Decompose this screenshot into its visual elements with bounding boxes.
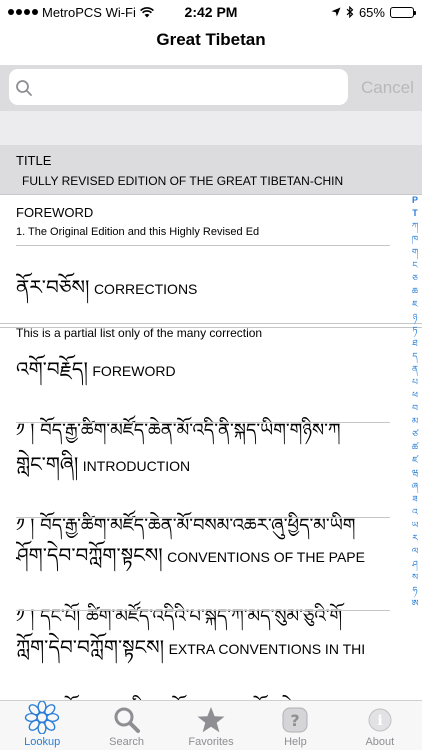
index-letter[interactable]: མ xyxy=(412,415,418,428)
index-letter[interactable]: ང xyxy=(412,259,417,272)
index-letter[interactable]: ཤ xyxy=(412,558,418,571)
tab-favorites[interactable]: Favorites xyxy=(169,701,253,750)
section-header[interactable]: TITLE FULLY REVISED EDITION OF THE GREAT… xyxy=(0,145,422,195)
index-letter[interactable]: ཚ xyxy=(412,441,418,454)
row-tibetan-title: གླེང་གཞི། xyxy=(16,452,79,476)
svg-text:i: i xyxy=(377,713,382,729)
tab-about[interactable]: i About xyxy=(338,701,422,750)
index-letter[interactable]: ཅ xyxy=(412,272,418,285)
status-bar: MetroPCS Wi-Fi 2:42 PM 65% xyxy=(0,0,422,24)
index-letter[interactable]: ལ xyxy=(412,545,418,558)
index-letter[interactable]: ཆ xyxy=(412,285,418,298)
index-letter[interactable]: ཕ xyxy=(412,389,418,402)
index-letter[interactable]: ཞ xyxy=(412,480,418,493)
index-letter[interactable]: ཙ xyxy=(412,428,418,441)
row-title: FOREWORD xyxy=(16,205,94,220)
row-title: EXTRA CONVENTIONS IN THI xyxy=(168,641,366,657)
row-tibetan-title: ཤོག་དེབ་བཀློག་སྟངས། xyxy=(16,543,163,567)
info-icon: i xyxy=(368,708,392,732)
tab-bar: Lookup Search Favorites ? Help i About xyxy=(0,700,422,750)
index-letter[interactable]: ཨ xyxy=(411,597,418,610)
help-icon: ? xyxy=(282,707,308,733)
row-tibetan-title: ཀློག་དེབ་བཀློག་སྟངས། xyxy=(16,635,165,659)
list-top-spacer xyxy=(0,111,422,145)
index-letter[interactable]: ཟ xyxy=(412,493,417,506)
bluetooth-icon xyxy=(346,6,354,18)
index-letter[interactable]: ཝ xyxy=(412,467,419,480)
row-divider xyxy=(16,422,390,423)
row-tibetan-title: འགོ་བརྗོད། xyxy=(16,357,88,381)
index-letter[interactable]: P xyxy=(412,194,418,207)
row-title: CORRECTIONS xyxy=(93,281,198,297)
section-index[interactable]: PTཀཁགངཅཆཇཉཏཐདནཔཕབམཙཚཛཝཞཟའཡརལཤསཧཨ xyxy=(409,194,421,614)
status-right: 65% xyxy=(264,4,416,20)
section-header-subtitle: FULLY REVISED EDITION OF THE GREAT TIBET… xyxy=(22,174,344,188)
tab-label: Search xyxy=(109,736,145,748)
section-divider xyxy=(0,323,422,324)
tab-label: Lookup xyxy=(24,736,61,748)
index-letter[interactable]: ཡ xyxy=(412,519,419,532)
magnifier-icon xyxy=(114,707,140,733)
index-letter[interactable]: པ xyxy=(412,376,418,389)
row-title: INTRODUCTION xyxy=(82,458,191,474)
battery-percent: 65% xyxy=(358,4,385,20)
star-icon xyxy=(197,707,225,733)
wifi-icon xyxy=(139,6,154,17)
battery-icon xyxy=(389,6,416,18)
index-letter[interactable]: ར xyxy=(412,532,418,545)
row-title: CONVENTIONS OF THE PAPE xyxy=(167,549,365,565)
index-letter[interactable]: ཐ xyxy=(412,337,417,350)
flower-icon xyxy=(25,701,60,734)
tab-search[interactable]: Search xyxy=(84,701,168,750)
index-letter[interactable]: ཇ xyxy=(412,298,418,311)
index-letter[interactable]: བ xyxy=(412,402,418,415)
index-letter[interactable]: ཧ xyxy=(412,584,417,597)
index-letter[interactable]: T xyxy=(412,207,418,220)
tab-help[interactable]: ? Help xyxy=(253,701,337,750)
index-letter[interactable]: ཀ xyxy=(412,220,418,233)
list-item[interactable]: ནོར་བཅོས། CORRECTIONS This is a partial … xyxy=(16,265,390,340)
signal-icon xyxy=(8,9,38,15)
index-letter[interactable]: ན xyxy=(412,363,418,376)
search-icon xyxy=(16,80,32,96)
section-header-title: TITLE xyxy=(16,153,52,168)
row-divider xyxy=(16,517,390,518)
location-arrow-icon xyxy=(331,7,341,17)
row-divider xyxy=(16,245,390,246)
index-letter[interactable]: ཛ xyxy=(412,454,418,467)
tab-lookup[interactable]: Lookup xyxy=(0,701,84,750)
index-letter[interactable]: འ xyxy=(412,506,418,519)
svg-text:?: ? xyxy=(291,711,300,730)
index-letter[interactable]: ག xyxy=(412,246,418,259)
row-subtitle: 1. The Original Edition and this Highly … xyxy=(16,226,260,238)
index-letter[interactable]: ད xyxy=(412,350,417,363)
row-divider xyxy=(16,610,390,611)
tab-label: Help xyxy=(284,736,307,748)
page-title: Great Tibetan xyxy=(156,30,266,49)
status-left: MetroPCS Wi-Fi xyxy=(8,5,158,20)
cancel-button[interactable]: Cancel xyxy=(361,78,414,98)
list-item[interactable]: FOREWORD 1. The Original Edition and thi… xyxy=(16,205,390,238)
index-letter[interactable]: ས xyxy=(412,571,418,584)
tab-label: Favorites xyxy=(188,736,234,748)
row-title: FOREWORD xyxy=(92,363,176,379)
row-subtitle: This is a partial list only of the many … xyxy=(16,326,263,340)
carrier-label: MetroPCS Wi-Fi xyxy=(42,4,136,20)
search-input[interactable] xyxy=(9,69,348,105)
index-letter[interactable]: ཁ xyxy=(412,233,418,246)
tab-label: About xyxy=(365,736,395,748)
section-divider xyxy=(0,327,422,328)
row-tibetan-title: ནོར་བཅོས། xyxy=(16,275,90,299)
index-letter[interactable]: ཏ xyxy=(412,324,417,337)
index-letter[interactable]: ཉ xyxy=(413,311,418,324)
status-time: 2:42 PM xyxy=(184,4,238,20)
